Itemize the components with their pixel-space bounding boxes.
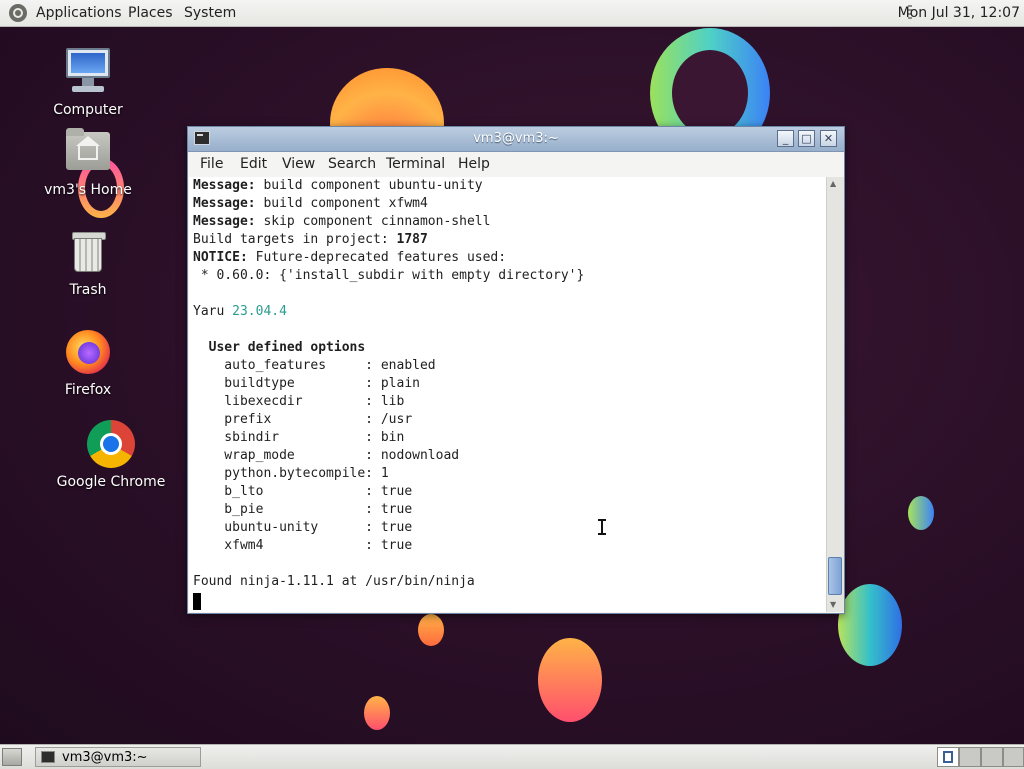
computer-icon <box>64 48 112 96</box>
menu-terminal[interactable]: Terminal <box>386 152 445 176</box>
trash-icon <box>64 228 112 276</box>
desktop-icon-computer[interactable]: Computer <box>33 48 143 118</box>
workspace-4[interactable] <box>1003 747 1024 767</box>
close-button[interactable]: ✕ <box>820 130 837 147</box>
menu-applications[interactable]: Applications <box>36 0 122 26</box>
top-panel: Applications Places System Mon Jul 31, 1… <box>0 0 1024 27</box>
terminal-line: python.bytecompile: 1 <box>193 466 389 481</box>
terminal-line: User defined options <box>193 340 366 355</box>
scrollbar-thumb[interactable] <box>828 557 842 595</box>
terminal-line: b_pie : true <box>193 502 413 517</box>
terminal-line: * 0.60.0: {'install_subdir with empty di… <box>193 268 585 283</box>
maximize-icon: □ <box>801 132 812 145</box>
terminal-line: Yaru 23.04.4 <box>193 304 287 319</box>
terminal-window[interactable]: vm3@vm3:~ _ □ ✕ File Edit View Search Te… <box>187 126 845 614</box>
terminal-line: wrap_mode : nodownload <box>193 448 460 463</box>
text-cursor-ibeam-icon <box>598 519 606 535</box>
bottom-panel: vm3@vm3:~ <box>0 744 1024 769</box>
terminal-line: xfwm4 : true <box>193 538 413 553</box>
terminal-scrollbar[interactable]: ▲ ▼ <box>826 177 844 612</box>
menu-search[interactable]: Search <box>328 152 376 176</box>
window-title: vm3@vm3:~ <box>473 131 559 146</box>
taskbar-item-terminal[interactable]: vm3@vm3:~ <box>35 747 201 767</box>
menu-places[interactable]: Places <box>128 0 173 26</box>
terminal-line: buildtype : plain <box>193 376 420 391</box>
terminal-line: b_lto : true <box>193 484 413 499</box>
terminal-line: Build targets in project: 1787 <box>193 232 428 247</box>
desktop-icon-trash[interactable]: Trash <box>33 228 143 298</box>
workspace-3[interactable] <box>981 747 1003 767</box>
terminal-line: NOTICE: Future-deprecated features used: <box>193 250 507 265</box>
maximize-button[interactable]: □ <box>798 130 815 147</box>
terminal-line: sbindir : bin <box>193 430 405 445</box>
workspace-2[interactable] <box>959 747 981 767</box>
close-icon: ✕ <box>823 132 834 145</box>
minimize-icon: _ <box>782 132 789 145</box>
menu-help[interactable]: Help <box>458 152 490 176</box>
terminal-task-icon <box>41 751 55 763</box>
decor-orange-tiny-bubble <box>364 696 390 730</box>
clock[interactable]: Mon Jul 31, 12:07 <box>898 0 1020 26</box>
terminal-line: Message: skip component cinnamon-shell <box>193 214 491 229</box>
scroll-down-arrow-icon[interactable]: ▼ <box>830 600 836 609</box>
menu-view[interactable]: View <box>282 152 315 176</box>
desktop-icon-home[interactable]: vm3's Home <box>33 128 143 198</box>
decor-green-blue-bubble <box>838 584 902 666</box>
menu-file[interactable]: File <box>200 152 223 176</box>
show-desktop-icon[interactable] <box>2 748 22 766</box>
scroll-up-arrow-icon[interactable]: ▲ <box>830 179 836 188</box>
distro-logo-icon[interactable] <box>9 4 27 22</box>
desktop-icon-google-chrome[interactable]: Google Chrome <box>56 420 166 490</box>
menu-edit[interactable]: Edit <box>240 152 267 176</box>
minimize-button[interactable]: _ <box>777 130 794 147</box>
terminal-line: ubuntu-unity : true <box>193 520 413 535</box>
menu-system[interactable]: System <box>184 0 236 26</box>
window-titlebar[interactable]: vm3@vm3:~ _ □ ✕ <box>188 127 844 152</box>
decor-blue-bubble <box>908 496 934 530</box>
terminal-line: Found ninja-1.11.1 at /usr/bin/ninja <box>193 574 475 589</box>
terminal-line: auto_features : enabled <box>193 358 436 373</box>
terminal-output[interactable]: Message: build component ubuntu-unity Me… <box>189 177 826 612</box>
terminal-menubar: File Edit View Search Terminal Help <box>188 152 844 176</box>
terminal-line: libexecdir : lib <box>193 394 405 409</box>
taskbar-item-label: vm3@vm3:~ <box>62 750 148 765</box>
chrome-icon <box>87 420 135 468</box>
terminal-cursor <box>193 593 201 610</box>
workspace-1[interactable] <box>937 747 959 767</box>
firefox-icon <box>64 328 112 376</box>
terminal-line: Message: build component xfwm4 <box>193 196 428 211</box>
terminal-line: Message: build component ubuntu-unity <box>193 178 483 193</box>
home-folder-icon <box>64 128 112 176</box>
decor-orange-small-bubble <box>418 614 444 646</box>
decor-pink-bubble <box>538 638 602 722</box>
terminal-line: prefix : /usr <box>193 412 413 427</box>
desktop-icon-firefox[interactable]: Firefox <box>33 328 143 398</box>
